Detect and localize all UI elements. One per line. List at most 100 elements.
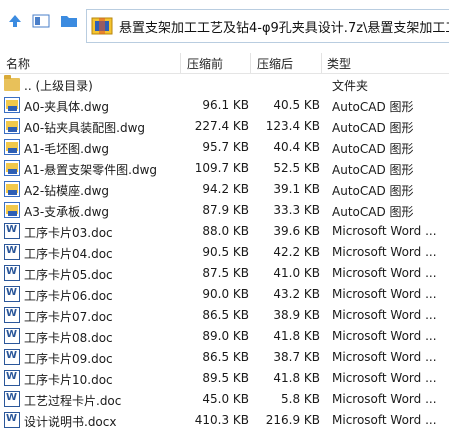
file-type: AutoCAD 图形 xyxy=(332,184,414,198)
file-type: Microsoft Word ... xyxy=(332,329,437,343)
file-name: 工序卡片03.doc xyxy=(24,226,113,240)
table-row[interactable]: 设计说明书.docx 410.3 KB 216.9 KB Microsoft Word… xyxy=(0,410,449,431)
file-name: A3-支承板.dwg xyxy=(24,205,110,219)
column-divider[interactable] xyxy=(180,53,181,73)
file-name: A0-钻夹具装配图.dwg xyxy=(24,121,146,135)
word-file-icon xyxy=(4,412,20,428)
archive-icon xyxy=(91,16,115,36)
file-name: A0-夹具体.dwg xyxy=(24,100,110,114)
column-header: 名称 压缩前 压缩后 类型 xyxy=(0,53,449,74)
table-row[interactable]: 工序卡片03.doc 88.0 KB 39.6 KB Microsoft Word .… xyxy=(0,221,449,242)
panel-view-icon xyxy=(32,14,50,28)
word-file-icon xyxy=(4,286,20,302)
file-packed-size: 45.0 KB xyxy=(202,392,249,406)
file-packed-size: 90.5 KB xyxy=(202,245,249,259)
file-size: 38.7 KB xyxy=(273,350,320,364)
file-packed-size: 87.5 KB xyxy=(202,266,249,280)
file-type: Microsoft Word ... xyxy=(332,371,437,385)
file-name: .. (上级目录) xyxy=(24,79,93,93)
file-size: 39.1 KB xyxy=(273,182,320,196)
word-file-icon xyxy=(4,370,20,386)
file-type: Microsoft Word ... xyxy=(332,245,437,259)
file-size: 41.8 KB xyxy=(273,371,320,385)
address-path: 悬置支架加工工艺及钻4-φ9孔夹具设计.7z\悬置支架加工工艺及 xyxy=(119,20,449,36)
file-name: 工序卡片04.doc xyxy=(24,247,113,261)
word-file-icon xyxy=(4,391,20,407)
file-packed-size: 96.1 KB xyxy=(202,98,249,112)
word-file-icon xyxy=(4,307,20,323)
file-packed-size: 87.9 KB xyxy=(202,203,249,217)
column-name[interactable]: 名称 xyxy=(6,55,30,72)
dwg-file-icon xyxy=(4,160,20,176)
dwg-file-icon xyxy=(4,118,20,134)
file-name: 工序卡片08.doc xyxy=(24,331,113,345)
word-file-icon xyxy=(4,244,20,260)
table-row[interactable]: 工序卡片05.doc 87.5 KB 41.0 KB Microsoft Word .… xyxy=(0,263,449,284)
file-size: 42.2 KB xyxy=(273,245,320,259)
table-row[interactable]: 工艺过程卡片.doc 45.0 KB 5.8 KB Microsoft Word ..… xyxy=(0,389,449,410)
file-packed-size: 89.5 KB xyxy=(202,371,249,385)
table-row[interactable]: 工序卡片07.doc 86.5 KB 38.9 KB Microsoft Word .… xyxy=(0,305,449,326)
file-size: 52.5 KB xyxy=(273,161,320,175)
file-packed-size: 95.7 KB xyxy=(202,140,249,154)
file-type: AutoCAD 图形 xyxy=(332,121,414,135)
table-row[interactable]: A3-支承板.dwg 87.9 KB 33.3 KB AutoCAD 图形 xyxy=(0,200,449,221)
file-type: Microsoft Word ... xyxy=(332,413,437,427)
file-name: A2-钻模座.dwg xyxy=(24,184,110,198)
file-size: 123.4 KB xyxy=(265,119,320,133)
view-button[interactable] xyxy=(30,10,52,32)
file-type: Microsoft Word ... xyxy=(332,392,437,406)
file-type: AutoCAD 图形 xyxy=(332,205,414,219)
table-row[interactable]: 工序卡片08.doc 89.0 KB 41.8 KB Microsoft Word .… xyxy=(0,326,449,347)
table-row[interactable]: A2-钻模座.dwg 94.2 KB 39.1 KB AutoCAD 图形 xyxy=(0,179,449,200)
column-type[interactable]: 类型 xyxy=(327,55,351,72)
file-name: A1-毛坯图.dwg xyxy=(24,142,110,156)
table-row[interactable]: 工序卡片04.doc 90.5 KB 42.2 KB Microsoft Word .… xyxy=(0,242,449,263)
file-size: 41.0 KB xyxy=(273,266,320,280)
file-name: 工序卡片10.doc xyxy=(24,373,113,387)
file-name: A1-悬置支架零件图.dwg xyxy=(24,163,158,177)
dwg-file-icon xyxy=(4,202,20,218)
table-row[interactable]: .. (上级目录) 文件夹 xyxy=(0,74,449,95)
table-row[interactable]: A0-夹具体.dwg 96.1 KB 40.5 KB AutoCAD 图形 xyxy=(0,95,449,116)
table-row[interactable]: A1-毛坯图.dwg 95.7 KB 40.4 KB AutoCAD 图形 xyxy=(0,137,449,158)
table-row[interactable]: 工序卡片06.doc 90.0 KB 43.2 KB Microsoft Word .… xyxy=(0,284,449,305)
folder-button[interactable] xyxy=(58,10,80,32)
table-row[interactable]: A0-钻夹具装配图.dwg 227.4 KB 123.4 KB AutoCAD 图形 xyxy=(0,116,449,137)
file-type: Microsoft Word ... xyxy=(332,224,437,238)
file-packed-size: 89.0 KB xyxy=(202,329,249,343)
file-packed-size: 86.5 KB xyxy=(202,308,249,322)
table-row[interactable]: A1-悬置支架零件图.dwg 109.7 KB 52.5 KB AutoCAD 图形 xyxy=(0,158,449,179)
file-size: 40.4 KB xyxy=(273,140,320,154)
file-packed-size: 90.0 KB xyxy=(202,287,249,301)
file-list: .. (上级目录) 文件夹 A0-夹具体.dwg 96.1 KB 40.5 KB Aut… xyxy=(0,74,449,431)
file-packed-size: 86.5 KB xyxy=(202,350,249,364)
folder-icon xyxy=(61,16,77,27)
file-type: Microsoft Word ... xyxy=(332,308,437,322)
file-size: 43.2 KB xyxy=(273,287,320,301)
file-packed-size: 227.4 KB xyxy=(194,119,249,133)
folder-icon xyxy=(4,75,20,91)
file-size: 5.8 KB xyxy=(281,392,320,406)
file-type: Microsoft Word ... xyxy=(332,287,437,301)
table-row[interactable]: 工序卡片09.doc 86.5 KB 38.7 KB Microsoft Word .… xyxy=(0,347,449,368)
column-packed[interactable]: 压缩前 xyxy=(187,55,223,72)
file-name: 工序卡片09.doc xyxy=(24,352,113,366)
file-name: 工艺过程卡片.doc xyxy=(24,394,122,408)
column-divider[interactable] xyxy=(321,53,322,73)
file-type: Microsoft Word ... xyxy=(332,350,437,364)
file-type: AutoCAD 图形 xyxy=(332,142,414,156)
file-size: 38.9 KB xyxy=(273,308,320,322)
address-bar[interactable]: 悬置支架加工工艺及钻4-φ9孔夹具设计.7z\悬置支架加工工艺及 xyxy=(86,9,449,43)
table-row[interactable]: 工序卡片10.doc 89.5 KB 41.8 KB Microsoft Word .… xyxy=(0,368,449,389)
back-button[interactable] xyxy=(4,10,26,32)
column-divider[interactable] xyxy=(250,53,251,73)
toolbar: 悬置支架加工工艺及钻4-φ9孔夹具设计.7z\悬置支架加工工艺及 xyxy=(0,0,449,50)
dwg-file-icon xyxy=(4,97,20,113)
word-file-icon xyxy=(4,223,20,239)
column-size[interactable]: 压缩后 xyxy=(257,55,293,72)
word-file-icon xyxy=(4,328,20,344)
file-name: 设计说明书.docx xyxy=(24,415,117,429)
file-type: 文件夹 xyxy=(332,79,369,93)
file-name: 工序卡片07.doc xyxy=(24,310,113,324)
